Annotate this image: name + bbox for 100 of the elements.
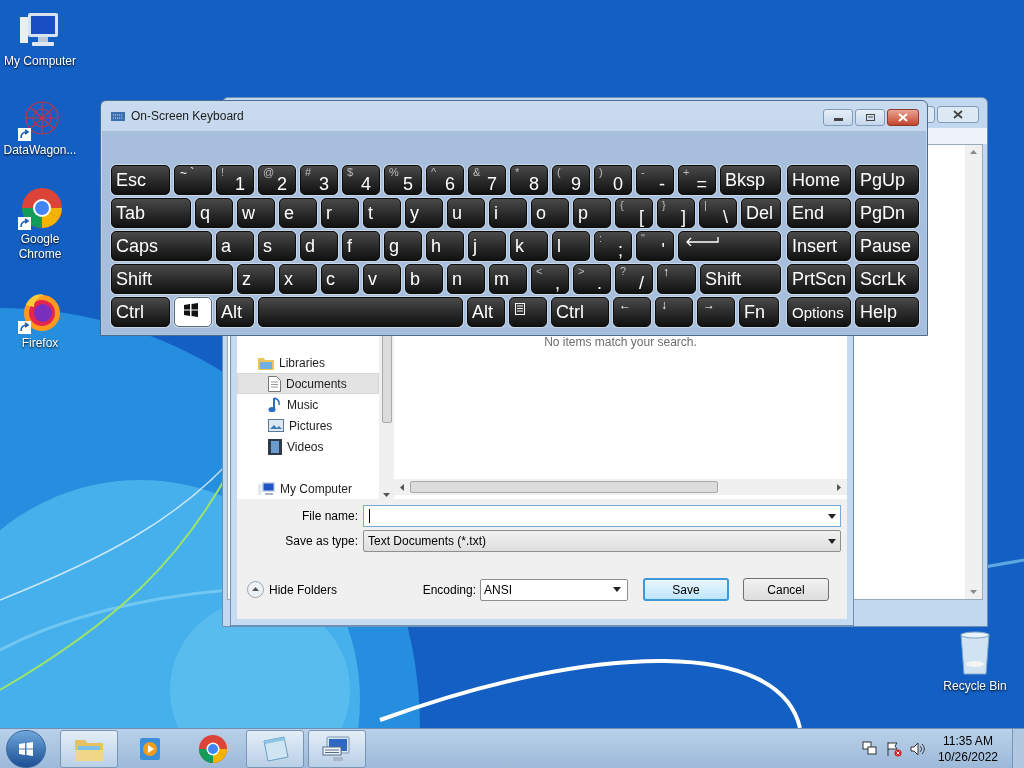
keyboard-key[interactable]: Shift (111, 264, 233, 294)
keyboard-key[interactable]: r (321, 198, 359, 228)
keyboard-key[interactable]: Pause (855, 231, 919, 261)
keyboard-key[interactable]: $ 4 (342, 165, 380, 195)
keyboard-key[interactable]: - - (636, 165, 674, 195)
keyboard-key[interactable]: ! 1 (216, 165, 254, 195)
keyboard-key[interactable]: Home (787, 165, 851, 195)
keyboard-key[interactable]: > . (573, 264, 611, 294)
keyboard-key[interactable]: PgDn (855, 198, 919, 228)
keyboard-key[interactable]: m (489, 264, 527, 294)
hide-folders-button[interactable]: Hide Folders (247, 580, 338, 599)
keyboard-key[interactable]: ( 9 (552, 165, 590, 195)
keyboard-key[interactable]: k (510, 231, 548, 261)
keyboard-key[interactable]: b (405, 264, 443, 294)
keyboard-key[interactable]: z (237, 264, 275, 294)
keyboard-key[interactable]: Alt (467, 297, 505, 327)
keyboard-key[interactable]: ← (613, 297, 651, 327)
keyboard-key[interactable]: < , (531, 264, 569, 294)
keyboard-key[interactable]: Bksp (720, 165, 781, 195)
keyboard-key[interactable]: ? / (615, 264, 653, 294)
navigation-item[interactable]: Videos (237, 436, 379, 457)
taskbar-button[interactable] (308, 729, 366, 768)
flag-error-icon[interactable] (885, 740, 902, 757)
keyboard-key[interactable]: p (573, 198, 611, 228)
close-button[interactable] (937, 106, 979, 123)
navigation-item[interactable]: Libraries (237, 352, 379, 373)
keyboard-key[interactable]: # 3 (300, 165, 338, 195)
taskbar-button[interactable] (246, 729, 304, 768)
keyboard-key[interactable]: Ctrl (551, 297, 609, 327)
keyboard-key[interactable]: q (195, 198, 233, 228)
navigation-item[interactable]: Music (237, 394, 379, 415)
keyboard-key[interactable]: ↓ (655, 297, 693, 327)
keyboard-key[interactable]: + = (678, 165, 716, 195)
menu-key[interactable] (509, 297, 547, 327)
speaker-icon[interactable] (909, 740, 926, 757)
keyboard-key[interactable]: Esc (111, 165, 170, 195)
keyboard-key[interactable]: Fn (739, 297, 779, 327)
enter-key[interactable] (678, 231, 781, 261)
keyboard-key[interactable]: o (531, 198, 569, 228)
minimize-button[interactable] (823, 109, 853, 126)
keyboard-key[interactable]: Caps (111, 231, 212, 261)
keyboard-key[interactable]: Insert (787, 231, 851, 261)
horizontal-scrollbar[interactable] (394, 479, 847, 495)
network-icon[interactable] (861, 740, 878, 757)
keyboard-key[interactable]: → (697, 297, 735, 327)
keyboard-key[interactable]: l (552, 231, 590, 261)
keyboard-key[interactable]: Shift (700, 264, 781, 294)
keyboard-key[interactable]: * 8 (510, 165, 548, 195)
dialog-button[interactable]: Save (643, 578, 729, 601)
keyboard-key[interactable]: ~ ` (174, 165, 212, 195)
keyboard-key[interactable]: i (489, 198, 527, 228)
keyboard-key[interactable]: a (216, 231, 254, 261)
keyboard-key[interactable]: n (447, 264, 485, 294)
keyboard-key[interactable]: t (363, 198, 401, 228)
keyboard-key[interactable]: End (787, 198, 851, 228)
keyboard-key[interactable]: c (321, 264, 359, 294)
save-as-type-dropdown[interactable]: Text Documents (*.txt) (363, 530, 841, 552)
keyboard-key[interactable]: u (447, 198, 485, 228)
keyboard-key[interactable]: ScrLk (855, 264, 919, 294)
keyboard-key[interactable]: s (258, 231, 296, 261)
taskbar-button[interactable] (60, 729, 118, 768)
navigation-item[interactable]: Documents (237, 373, 379, 394)
keyboard-key[interactable]: Tab (111, 198, 191, 228)
keyboard-key[interactable]: " ' (636, 231, 674, 261)
chrome-desktop-icon[interactable] (16, 186, 64, 230)
keyboard-key[interactable]: j (468, 231, 506, 261)
keyboard-key[interactable]: ^ 6 (426, 165, 464, 195)
keyboard-key[interactable]: } ] (657, 198, 695, 228)
start-button[interactable] (6, 729, 46, 768)
keyboard-key[interactable]: PgUp (855, 165, 919, 195)
keyboard-key[interactable]: Ctrl (111, 297, 170, 327)
keyboard-key[interactable]: % 5 (384, 165, 422, 195)
keyboard-key[interactable]: g (384, 231, 422, 261)
clock[interactable]: 11:35 AM 10/26/2022 (937, 732, 998, 765)
restore-button[interactable] (855, 109, 885, 126)
keyboard-key[interactable]: w (237, 198, 275, 228)
vertical-scrollbar[interactable] (965, 145, 982, 599)
windows-key[interactable] (174, 297, 212, 327)
keyboard-key[interactable]: | \ (699, 198, 737, 228)
keyboard-key[interactable]: ) 0 (594, 165, 632, 195)
file-name-field[interactable] (363, 505, 841, 527)
keyboard-key[interactable]: e (279, 198, 317, 228)
keyboard-key[interactable]: ↑ (657, 264, 696, 294)
keyboard-key[interactable]: y (405, 198, 443, 228)
dialog-button[interactable]: Cancel (743, 578, 829, 601)
keyboard-key[interactable]: x (279, 264, 317, 294)
navigation-item[interactable]: My Computer (237, 478, 379, 499)
keyboard-key[interactable]: PrtScn (787, 264, 851, 294)
keyboard-key[interactable]: @ 2 (258, 165, 296, 195)
keyboard-key[interactable]: h (426, 231, 464, 261)
keyboard-key[interactable]: d (300, 231, 338, 261)
keyboard-key[interactable]: : ; (594, 231, 632, 261)
keyboard-key[interactable]: Options (787, 297, 851, 327)
keyboard-key[interactable]: v (363, 264, 401, 294)
keyboard-key[interactable]: & 7 (468, 165, 506, 195)
keyboard-key[interactable]: Alt (216, 297, 254, 327)
keyboard-key[interactable]: f (342, 231, 380, 261)
encoding-dropdown[interactable]: ANSI (480, 578, 628, 601)
keyboard-key[interactable]: Del (741, 198, 781, 228)
keyboard-key[interactable]: { [ (615, 198, 653, 228)
